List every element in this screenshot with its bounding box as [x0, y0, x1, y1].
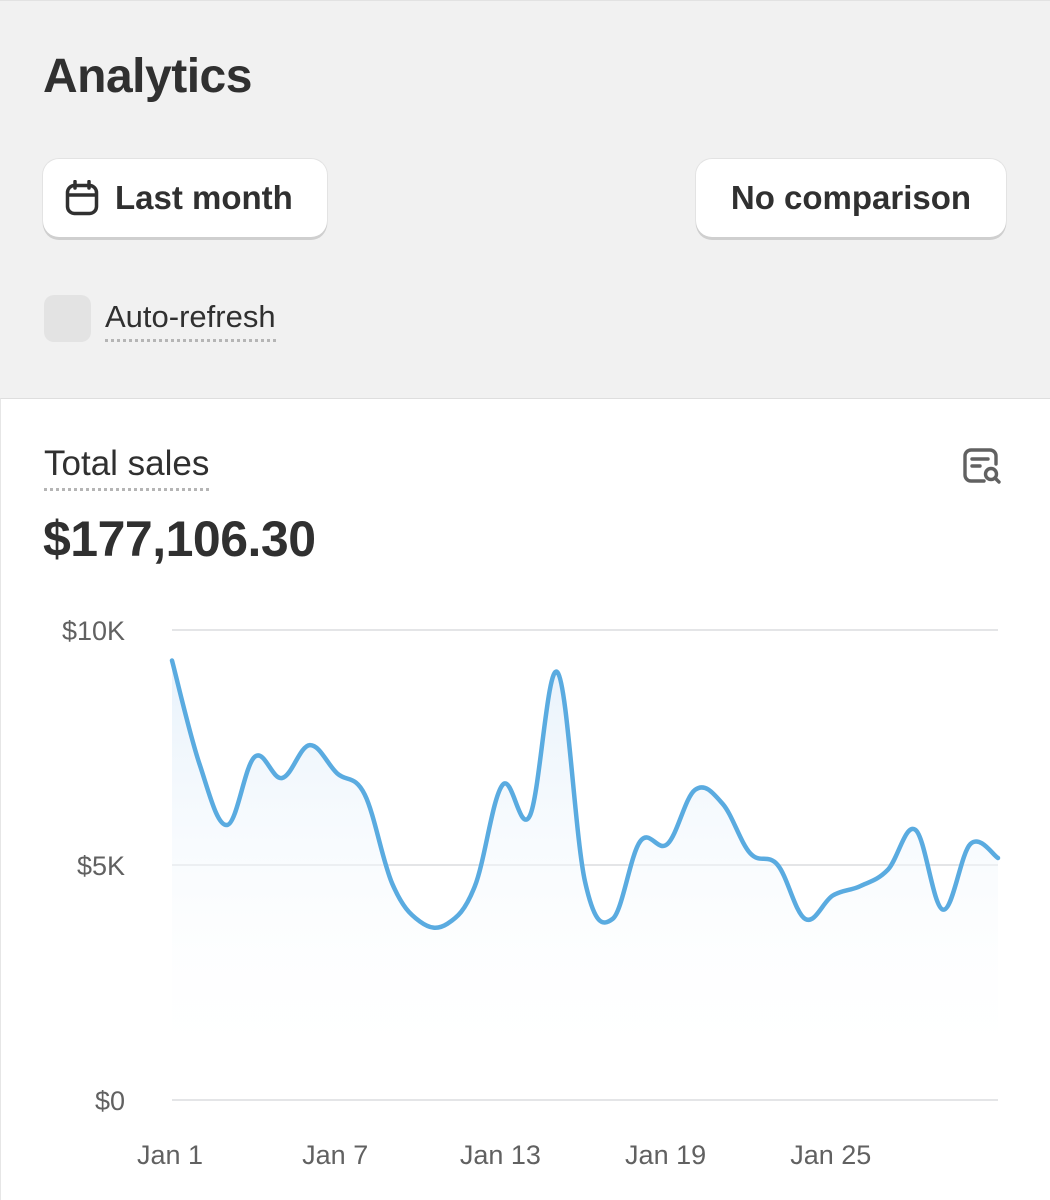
x-tick-label: Jan 13: [460, 1140, 541, 1170]
data-point[interactable]: [441, 918, 453, 930]
data-point[interactable]: [579, 875, 591, 887]
data-point[interactable]: [496, 779, 508, 791]
data-point[interactable]: [634, 836, 646, 848]
data-point[interactable]: [717, 798, 729, 810]
x-tick-label: Jan 7: [302, 1140, 368, 1170]
y-tick-label: $10K: [62, 616, 125, 646]
y-tick-label: $0: [95, 1086, 125, 1116]
data-point[interactable]: [276, 772, 288, 784]
data-point[interactable]: [909, 824, 921, 836]
data-point[interactable]: [882, 864, 894, 876]
data-point[interactable]: [551, 666, 563, 678]
data-point[interactable]: [937, 904, 949, 916]
data-point[interactable]: [744, 847, 756, 859]
data-point[interactable]: [799, 913, 811, 925]
x-tick-label: Jan 25: [790, 1140, 871, 1170]
data-point[interactable]: [414, 915, 426, 927]
data-point[interactable]: [304, 739, 316, 751]
data-point[interactable]: [964, 838, 976, 850]
x-tick-label: Jan 1: [137, 1140, 203, 1170]
data-point[interactable]: [359, 789, 371, 801]
data-point[interactable]: [662, 838, 674, 850]
data-point[interactable]: [607, 913, 619, 925]
data-point[interactable]: [524, 810, 536, 822]
data-point[interactable]: [854, 880, 866, 892]
data-point[interactable]: [249, 751, 261, 763]
data-point[interactable]: [386, 878, 398, 890]
y-tick-label: $5K: [77, 851, 125, 881]
data-point[interactable]: [221, 819, 233, 831]
x-tick-label: Jan 19: [625, 1140, 706, 1170]
data-point[interactable]: [772, 859, 784, 871]
total-sales-chart: $0 $5K $10K Jan 1 Jan 7 Jan 13 Jan 19 Jan 25: [62, 616, 1004, 1170]
data-point[interactable]: [689, 784, 701, 796]
data-point[interactable]: [166, 655, 178, 667]
data-point[interactable]: [992, 852, 1004, 864]
data-point[interactable]: [331, 767, 343, 779]
data-point[interactable]: [194, 758, 206, 770]
data-point[interactable]: [827, 890, 839, 902]
data-point[interactable]: [469, 880, 481, 892]
